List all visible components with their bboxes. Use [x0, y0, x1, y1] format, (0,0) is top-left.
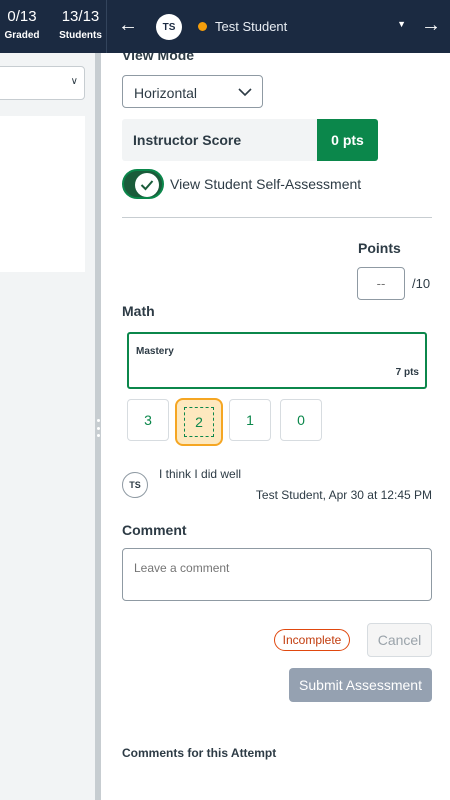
submit-assessment-button[interactable]: Submit Assessment — [289, 668, 432, 702]
students-stat: 13/13 Students — [58, 8, 103, 43]
next-student-button[interactable]: → — [421, 14, 441, 36]
criterion-name: Math — [122, 303, 155, 319]
rating-button-2[interactable]: 2 — [175, 398, 223, 446]
check-icon — [135, 173, 159, 197]
points-label: Points — [358, 240, 401, 256]
grader-header: 0/13 Graded 13/13 Students ← TS Test Stu… — [0, 0, 450, 53]
self-assessment-avatar: TS — [122, 472, 148, 498]
chevron-down-icon — [238, 88, 252, 97]
self-assessment-toggle[interactable] — [122, 169, 164, 199]
rating-button-3[interactable]: 3 — [127, 399, 169, 441]
rating-button-2-label: 2 — [184, 407, 214, 437]
header-divider — [106, 0, 107, 53]
selected-rating-card: Mastery 7 pts — [127, 332, 427, 389]
students-count: 13/13 — [61, 8, 100, 25]
submission-preview — [0, 116, 85, 272]
submission-select[interactable]: ∨ — [0, 66, 85, 100]
cancel-button[interactable]: Cancel — [367, 623, 432, 657]
submission-pane: ∨ — [0, 53, 95, 800]
points-input[interactable] — [357, 267, 405, 300]
students-label: Students — [59, 30, 102, 41]
self-assessment-toggle-label: View Student Self-Assessment — [170, 176, 362, 192]
points-max: /10 — [412, 276, 431, 291]
self-assessment-meta: Test Student, Apr 30 at 12:45 PM — [255, 488, 432, 502]
section-divider — [122, 217, 432, 218]
comments-for-attempt-heading: Comments for this Attempt — [122, 746, 277, 760]
student-avatar: TS — [156, 14, 182, 40]
chevron-down-icon: ∨ — [70, 76, 78, 87]
rating-points: 7 pts — [395, 367, 419, 378]
rating-button-1[interactable]: 1 — [229, 399, 271, 441]
instructor-score-box: Instructor Score 0 pts — [122, 119, 378, 161]
rating-button-0[interactable]: 0 — [280, 399, 322, 441]
comment-field[interactable] — [122, 548, 432, 601]
view-mode-label: View Mode — [122, 53, 195, 63]
instructor-score-value: 0 pts — [317, 119, 378, 161]
graded-stat: 0/13 Graded — [2, 8, 42, 43]
graded-count: 0/13 — [7, 8, 37, 25]
student-name: Test Student — [215, 18, 288, 34]
caret-down-icon: ▼ — [397, 19, 406, 29]
view-mode-value: Horizontal — [134, 85, 198, 101]
graded-label: Graded — [4, 30, 40, 41]
self-assessment-comment: I think I did well — [159, 467, 242, 481]
instructor-score-label: Instructor Score — [133, 132, 242, 148]
previous-student-button[interactable]: ← — [118, 14, 138, 36]
arrow-left-icon: ← — [118, 14, 138, 36]
student-select[interactable]: Test Student ▼ — [198, 13, 410, 39]
drag-handle-icon — [96, 419, 100, 437]
comment-label: Comment — [122, 522, 187, 538]
rating-title: Mastery — [136, 346, 174, 357]
arrow-right-icon: → — [421, 14, 441, 36]
status-dot-icon — [198, 21, 207, 31]
view-mode-select[interactable]: Horizontal — [122, 75, 263, 108]
status-badge: Incomplete — [274, 629, 350, 651]
rubric-assessment-panel: View Mode Horizontal Instructor Score 0 … — [101, 53, 450, 800]
